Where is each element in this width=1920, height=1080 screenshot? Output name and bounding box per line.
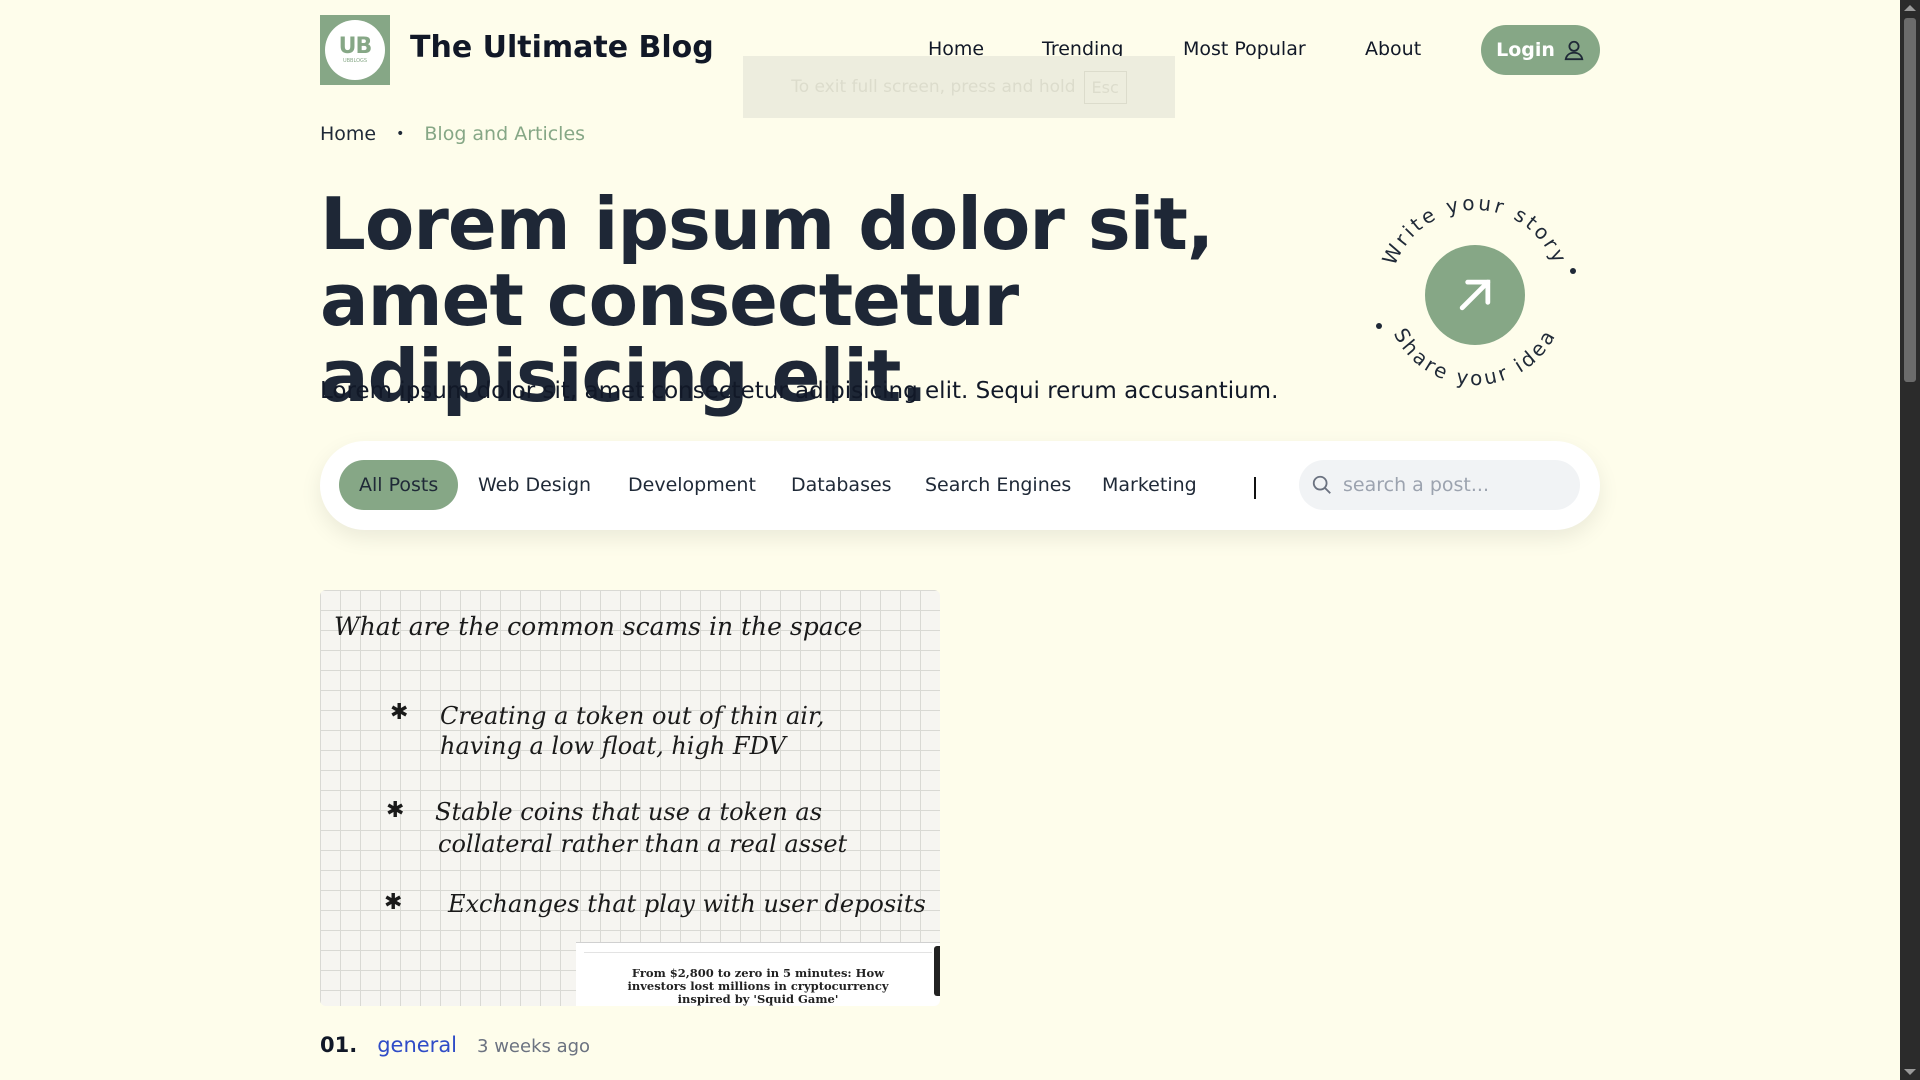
fullscreen-tip-key: Esc — [1083, 70, 1127, 104]
scrollbar-thumb[interactable] — [1904, 18, 1916, 382]
breadcrumb-separator: • — [396, 126, 405, 142]
logo-text: UB — [338, 34, 373, 59]
filter-web-design[interactable]: Web Design — [478, 460, 591, 510]
post-thumbnail[interactable]: What are the common scams in the space ✱… — [320, 590, 940, 1006]
fullscreen-tip-text: To exit full screen, press and hold — [791, 77, 1076, 97]
news-nav-strip — [584, 943, 932, 953]
bullet-star-icon: ✱ — [386, 798, 405, 823]
user-icon — [1564, 40, 1584, 61]
filter-divider — [1254, 477, 1256, 499]
note-title: What are the common scams in the space — [334, 612, 863, 641]
note-bullet-3-line-1: Exchanges that play with user deposits — [448, 890, 926, 918]
search-icon — [1312, 475, 1331, 494]
bullet-star-icon: ✱ — [390, 700, 409, 725]
post-number: 01. — [320, 1033, 358, 1057]
logo-subtext: UBBLOGS — [342, 58, 368, 64]
note-bullet-1-line-1: Creating a token out of thin air, — [440, 702, 825, 730]
page-scrollbar[interactable] — [1900, 0, 1920, 1080]
scroll-up-arrow-icon[interactable] — [1904, 5, 1916, 11]
search-box[interactable] — [1299, 460, 1580, 510]
post-meta: 01. general 3 weeks ago — [320, 1033, 590, 1057]
post-category-link[interactable]: general — [377, 1033, 457, 1057]
badge-arrow-button[interactable] — [1425, 245, 1525, 345]
write-story-badge[interactable]: Write your story Share your idea — [1365, 178, 1585, 418]
news-clipping: From $2,800 to zero in 5 minutes: How in… — [576, 942, 940, 1006]
breadcrumb-current: Blog and Articles — [424, 123, 586, 145]
logo[interactable]: UB UBBLOGS — [320, 15, 390, 85]
filter-search-engines[interactable]: Search Engines — [925, 460, 1071, 510]
login-label: Login — [1496, 39, 1555, 61]
bullet-star-icon: ✱ — [384, 890, 403, 915]
badge-dot-left — [1376, 323, 1382, 329]
search-input[interactable] — [1343, 474, 1563, 496]
scroll-down-arrow-icon[interactable] — [1904, 1069, 1916, 1075]
page-subtitle: Lorem ipsum dolor sit, amet consectetur … — [320, 378, 1279, 404]
nav-most-popular[interactable]: Most Popular — [1183, 38, 1306, 60]
login-button[interactable]: Login — [1481, 25, 1600, 75]
filter-databases[interactable]: Databases — [791, 460, 892, 510]
filter-development[interactable]: Development — [628, 460, 756, 510]
nav-about[interactable]: About — [1365, 38, 1421, 60]
arrow-up-right-icon — [1459, 279, 1491, 311]
post-timestamp: 3 weeks ago — [477, 1036, 591, 1057]
fullscreen-tooltip: To exit full screen, press and hold Esc — [743, 56, 1175, 118]
note-bullet-2-line-2: collateral rather than a real asset — [438, 830, 848, 858]
logo-circle: UB UBBLOGS — [325, 20, 385, 80]
note-bullet-2-line-1: Stable coins that use a token as — [435, 798, 823, 826]
filter-all-posts[interactable]: All Posts — [339, 460, 459, 510]
news-edge — [934, 946, 940, 996]
breadcrumb-home[interactable]: Home — [320, 123, 376, 145]
note-bullet-1-line-2: having a low float, high FDV — [440, 732, 786, 760]
badge-dot-right — [1570, 268, 1576, 274]
site-title[interactable]: The Ultimate Blog — [410, 30, 714, 65]
category-filter-bar: All Posts Web Design Development Databas… — [320, 441, 1600, 530]
page: UB UBBLOGS The Ultimate Blog Home Trendi… — [0, 0, 1920, 1080]
filter-marketing[interactable]: Marketing — [1102, 460, 1197, 510]
breadcrumb: Home • Blog and Articles — [320, 123, 585, 145]
news-headline: From $2,800 to zero in 5 minutes: How in… — [627, 966, 889, 1006]
